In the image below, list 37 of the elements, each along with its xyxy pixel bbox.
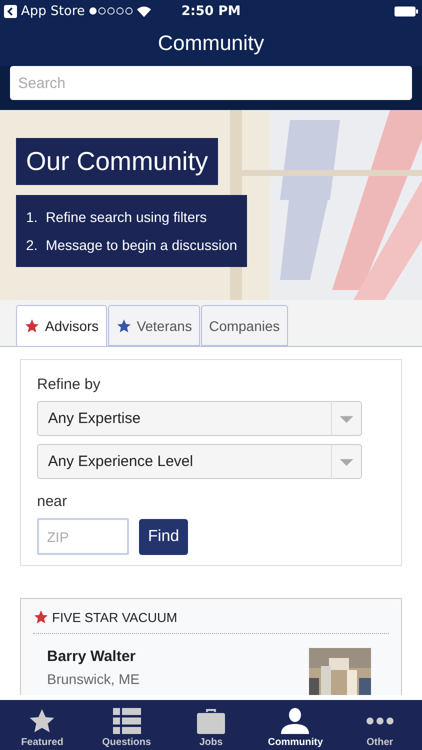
- company-name: FIVE STAR VACUUM: [52, 610, 178, 624]
- person-icon: [281, 708, 310, 734]
- tab[interactable]: Advisors: [16, 305, 107, 346]
- refine-label: Refine by: [37, 376, 102, 393]
- tab-bar-item[interactable]: Other: [338, 700, 422, 750]
- search-field[interactable]: Search: [10, 66, 412, 100]
- wifi-icon: [136, 6, 151, 16]
- star-icon: [28, 708, 56, 734]
- step-text: Refine search using filters: [46, 208, 207, 227]
- back-label[interactable]: App Store: [21, 4, 85, 18]
- dropdown[interactable]: Any Expertise: [37, 401, 362, 436]
- tab-bar-item[interactable]: Community: [253, 700, 338, 750]
- hero-title: Our Community: [16, 138, 218, 185]
- back-icon[interactable]: [4, 4, 17, 18]
- tab-bar-item[interactable]: Jobs: [168, 700, 254, 750]
- step-number: 2.: [26, 236, 38, 255]
- star-icon: [33, 609, 49, 625]
- tab-bar-item[interactable]: Questions: [84, 700, 169, 750]
- step-number: 1.: [26, 208, 38, 227]
- tab-bar-item[interactable]: Featured: [0, 700, 84, 750]
- listing-card[interactable]: FIVE STAR VACUUM Barry Walter Brunswick, ME: [20, 598, 402, 695]
- battery-icon: [394, 6, 418, 16]
- person-name: Barry Walter: [47, 648, 137, 665]
- screen-title: Community: [158, 32, 264, 56]
- tab[interactable]: Veterans: [108, 305, 200, 346]
- clock-time: 2:50 PM: [181, 4, 241, 18]
- find-button[interactable]: Find: [139, 518, 188, 554]
- step-text: Message to begin a discussion: [46, 236, 238, 255]
- location-text: Brunswick, ME: [47, 671, 140, 687]
- briefcase-icon: [197, 708, 226, 734]
- list-icon: [112, 708, 141, 734]
- zip-field[interactable]: ZIP: [37, 518, 129, 555]
- dropdown[interactable]: Any Experience Level: [37, 444, 362, 479]
- signal-icon: [88, 7, 133, 15]
- tab[interactable]: Companies: [200, 305, 288, 346]
- more-icon: [366, 717, 394, 725]
- near-label: near: [37, 493, 68, 510]
